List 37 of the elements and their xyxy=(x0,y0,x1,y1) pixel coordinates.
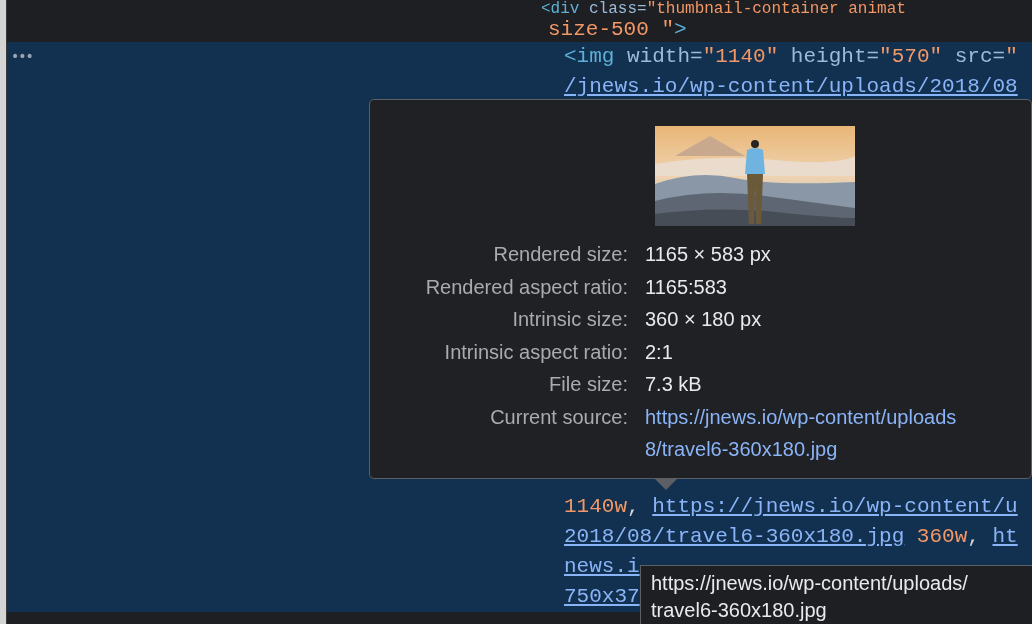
property-value: 1165:583 xyxy=(645,274,728,300)
code-token[interactable]: https://jnews.io/wp-content/u xyxy=(652,495,1018,518)
code-token[interactable]: ht xyxy=(992,525,1018,548)
code-token: 1140w xyxy=(564,495,627,518)
source-link[interactable]: 8/travel6-360x180.jpg xyxy=(645,433,1031,466)
code-token: , xyxy=(967,525,981,548)
code-token: <img xyxy=(564,45,615,68)
code-token: > xyxy=(674,18,687,41)
property-label: Current source: xyxy=(489,404,628,430)
code-token[interactable]: news.i xyxy=(564,555,640,578)
property-label: Intrinsic size: xyxy=(511,307,628,332)
source-link[interactable]: https://jnews.io/wp-content/uploads xyxy=(645,400,1031,433)
property-value: 2:1 xyxy=(645,339,674,365)
code-token: 360w xyxy=(915,525,968,548)
code-token: <div xyxy=(541,0,580,18)
code-token: class= xyxy=(588,0,647,18)
code-token[interactable]: 750x37 xyxy=(564,585,640,608)
code-token: , xyxy=(627,495,641,518)
property-value: 360 × 180 px xyxy=(645,307,763,332)
code-token[interactable]: /jnews.io/wp-content/uploads/2018/08 xyxy=(564,75,1018,98)
property-label: Rendered size: xyxy=(492,242,628,267)
property-label: File size: xyxy=(548,372,628,397)
code-token: "1140" xyxy=(702,45,779,68)
code-token: "570" xyxy=(879,45,943,68)
tooltip-text: https://jnews.io/wp-content/uploads/ xyxy=(651,571,968,596)
property-value: 1165 × 583 px xyxy=(645,242,772,267)
code-token: src= xyxy=(953,45,1006,68)
code-token: width= xyxy=(626,45,703,68)
property-value: 7.3 kB xyxy=(645,372,703,397)
code-token[interactable]: 2018/08/travel6-360x180.jpg xyxy=(564,525,905,548)
more-icon[interactable]: ••• xyxy=(11,48,41,64)
property-label: Rendered aspect ratio: xyxy=(424,274,628,300)
code-token: " xyxy=(1005,45,1018,68)
code-token: size-500 " xyxy=(548,18,675,41)
property-label: Intrinsic aspect ratio: xyxy=(443,339,628,365)
code-token: height= xyxy=(789,45,880,68)
code-token: "thumbnail-container animat xyxy=(646,0,906,18)
